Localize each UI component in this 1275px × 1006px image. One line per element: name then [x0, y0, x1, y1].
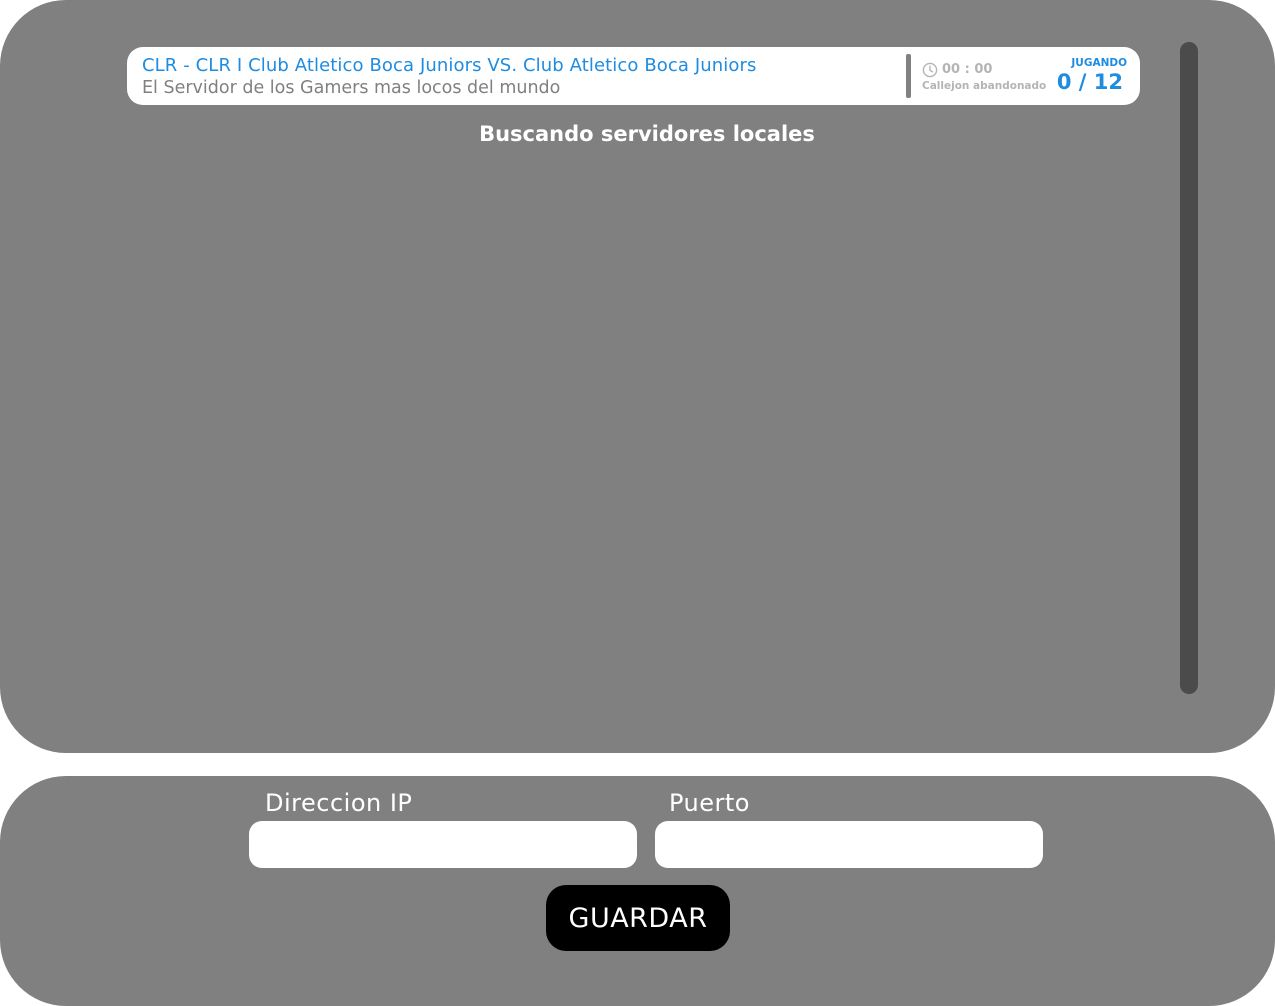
server-name: CLR - CLR I Club Atletico Boca Juniors V… — [142, 55, 757, 76]
save-button[interactable]: GUARDAR — [546, 885, 730, 951]
port-input[interactable] — [655, 821, 1043, 868]
scrollbar[interactable] — [1180, 42, 1198, 694]
map-name: Callejon abandonado — [922, 80, 1047, 92]
server-description: El Servidor de los Gamers mas locos del … — [142, 78, 561, 98]
status-label: JUGANDO — [1071, 57, 1127, 69]
ip-label: Direccion IP — [265, 789, 413, 817]
player-count: 0 / 12 — [1056, 70, 1123, 94]
match-time: 00 : 00 — [942, 62, 993, 77]
clock-icon — [922, 62, 938, 78]
card-divider — [906, 54, 911, 98]
server-list-panel: CLR - CLR I Club Atletico Boca Juniors V… — [0, 0, 1275, 753]
server-list-item[interactable]: CLR - CLR I Club Atletico Boca Juniors V… — [127, 47, 1140, 105]
ip-input[interactable] — [249, 821, 637, 868]
port-label: Puerto — [669, 789, 750, 817]
search-status-message: Buscando servidores locales — [479, 122, 815, 146]
